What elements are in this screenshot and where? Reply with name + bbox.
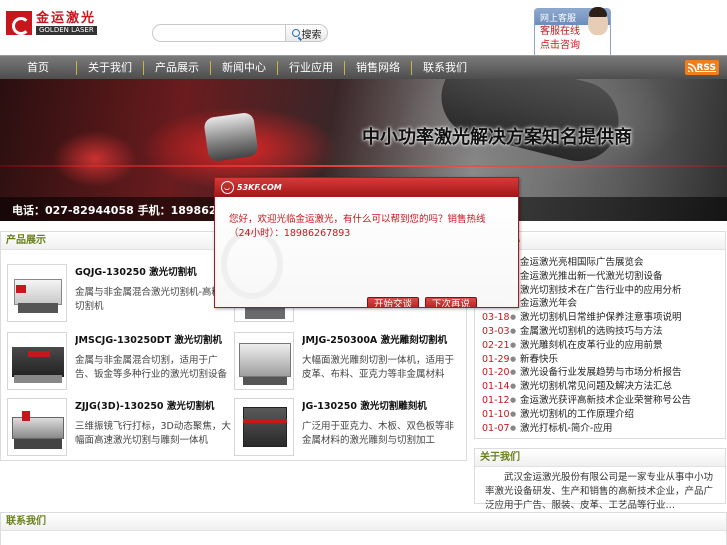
smiley-icon: [221, 181, 234, 194]
news-title[interactable]: 金运激光获评高新技术企业荣誉称号公告: [520, 394, 691, 408]
banner-laser-beam: [0, 165, 727, 167]
dialog-message: 您好，欢迎光临金运激光，有什么可以帮到您的吗？销售热线（24小时）：189862…: [229, 214, 486, 239]
banner-lens-knob: [203, 111, 259, 163]
news-date: 01-10: [482, 408, 510, 420]
search-button-label: 搜索: [301, 29, 322, 41]
dialog-header: 53KF.COM: [215, 178, 518, 197]
bullet-icon: ●: [510, 382, 517, 391]
company-logo[interactable]: 金运激光 GOLDEN LASER: [6, 10, 106, 36]
news-title[interactable]: 激光切割机日常维护保养注意事项说明: [520, 311, 682, 325]
product-image[interactable]: [234, 332, 294, 390]
nav-item-news[interactable]: 新闻中心: [211, 61, 277, 75]
later-button[interactable]: 下次再说: [425, 297, 478, 307]
product-title[interactable]: JMSCJG-130250DT 激光切割机: [75, 332, 231, 346]
service-agent-avatar: [588, 7, 608, 35]
product-title[interactable]: ZJJG(3D)-130250 激光切割机: [75, 398, 231, 412]
logo-english-name: GOLDEN LASER: [36, 25, 97, 35]
news-item[interactable]: 01-29 ● 新春快乐: [482, 353, 725, 367]
product-title[interactable]: JMJG-250300A 激光雕刻切割机: [302, 332, 458, 346]
product-description: 广泛用于亚克力、木板、双色板等非金属材料的激光雕刻与切割加工: [302, 421, 455, 446]
news-item[interactable]: 01-12 ● 金运激光获评高新技术企业荣誉称号公告: [482, 394, 725, 408]
product-image[interactable]: [234, 398, 294, 456]
bullet-icon: ●: [510, 395, 517, 404]
product-description: 金属与非金属混合切割，适用于广告、钣金等多种行业的激光切割设备: [75, 355, 228, 380]
news-date: 02-21: [482, 339, 510, 351]
product-image[interactable]: [7, 398, 67, 456]
search-input[interactable]: [152, 24, 286, 42]
bullet-icon: ●: [510, 326, 517, 335]
news-title[interactable]: 金属激光切割机的选购技巧与方法: [520, 325, 663, 339]
bullet-icon: ●: [510, 354, 517, 363]
chat-invite-dialog: 53KF.COM 您好，欢迎光临金运激光，有什么可以帮到您的吗？销售热线（24小…: [214, 177, 519, 308]
product-item[interactable]: JMJG-250300A 激光雕刻切割机 大幅面激光雕刻切割一体机，适用于皮革、…: [228, 330, 458, 392]
product-description: 三维振镜飞行打标，3D动态聚焦，大幅面高速激光切割与雕刻一体机: [75, 421, 231, 446]
news-date: 01-20: [482, 367, 510, 379]
dialog-body: 您好，欢迎光临金运激光，有什么可以帮到您的吗？销售热线（24小时）：189862…: [215, 197, 518, 307]
product-image[interactable]: [7, 264, 67, 322]
search-icon: [291, 29, 300, 37]
bullet-icon: ●: [510, 340, 517, 349]
news-title[interactable]: 金运激光年会: [520, 297, 577, 311]
news-item[interactable]: 03-18 ● 激光切割机日常维护保养注意事项说明: [482, 311, 725, 325]
bullet-icon: ●: [510, 409, 517, 418]
logo-chinese-name: 金运激光: [36, 10, 97, 26]
news-title[interactable]: 新春快乐: [520, 353, 558, 367]
news-title[interactable]: 激光雕刻机在皮革行业的应用前景: [520, 339, 663, 353]
product-item[interactable]: ZJJG(3D)-130250 激光切割机 三维振镜飞行打标，3D动态聚焦，大幅…: [1, 396, 231, 458]
main-nav: 首页 关于我们 产品展示 新闻中心 行业应用 销售网络 联系我们 RSS: [0, 55, 727, 79]
news-date: 03-18: [482, 312, 510, 324]
bullet-icon: ●: [510, 368, 517, 377]
search-button[interactable]: 搜索: [286, 24, 328, 42]
dialog-brand: 53KF.COM: [237, 183, 282, 192]
news-item[interactable]: 01-07 ● 激光打标机-简介-应用: [482, 422, 725, 436]
nav-item-contact[interactable]: 联系我们: [412, 61, 478, 75]
product-description: 大幅面激光雕刻切割一体机，适用于皮革、布料、亚克力等非金属材料: [302, 355, 455, 380]
search-bar: 搜索: [152, 24, 332, 44]
news-item[interactable]: 01-20 ● 激光设备行业发展趋势与市场分析报告: [482, 366, 725, 380]
news-title[interactable]: 激光切割机的工作原理介绍: [520, 408, 634, 422]
news-date: 01-29: [482, 353, 510, 365]
nav-item-products[interactable]: 产品展示: [144, 61, 210, 75]
service-consult-link[interactable]: 点击咨询: [535, 39, 610, 53]
product-image[interactable]: [7, 332, 67, 390]
news-date: 01-14: [482, 381, 510, 393]
news-item[interactable]: 01-14 ● 激光切割机常见问题及解决方法汇总: [482, 380, 725, 394]
news-title[interactable]: 金运激光推出新一代激光切割设备: [520, 270, 663, 284]
start-chat-button[interactable]: 开始交谈: [367, 297, 420, 307]
contact-panel: 联系我们: [0, 512, 727, 545]
news-date: 03-03: [482, 325, 510, 337]
banner-slogan: 中小功率激光解决方案知名提供商: [362, 127, 632, 148]
product-item[interactable]: JG-130250 激光切割雕刻机 广泛用于亚克力、木板、双色板等非金属材料的激…: [228, 396, 458, 458]
about-text: 武汉金运激光股份有限公司是一家专业从事中小功率激光设备研发、生产和销售的高新技术…: [485, 472, 714, 511]
nav-item-about[interactable]: 关于我们: [77, 61, 143, 75]
news-title[interactable]: 激光设备行业发展趋势与市场分析报告: [520, 366, 682, 380]
news-item[interactable]: 01-10 ● 激光切割机的工作原理介绍: [482, 408, 725, 422]
news-title[interactable]: 金运激光亮相国际广告展览会: [520, 256, 644, 270]
news-title[interactable]: 激光切割机常见问题及解决方法汇总: [520, 380, 672, 394]
about-panel: 关于我们 武汉金运激光股份有限公司是一家专业从事中小功率激光设备研发、生产和销售…: [474, 448, 726, 511]
bullet-icon: ●: [510, 313, 517, 322]
news-date: 01-07: [482, 422, 510, 434]
news-date: 01-12: [482, 394, 510, 406]
rss-label: RSS: [696, 62, 717, 73]
product-description: 金属与非金属混合激光切割机-高精度切割机: [75, 287, 231, 312]
news-item[interactable]: 02-21 ● 激光雕刻机在皮革行业的应用前景: [482, 339, 725, 353]
nav-item-home[interactable]: 首页: [0, 61, 76, 75]
about-panel-title: 关于我们: [475, 449, 725, 467]
logo-mark-icon: [6, 11, 32, 35]
nav-item-sales[interactable]: 销售网络: [345, 61, 411, 75]
rss-feed-button[interactable]: RSS: [685, 60, 719, 75]
product-title[interactable]: GQJG-130250 激光切割机: [75, 264, 231, 278]
nav-item-applications[interactable]: 行业应用: [278, 61, 344, 75]
product-title[interactable]: JG-130250 激光切割雕刻机: [302, 398, 458, 412]
news-title[interactable]: 激光切割技术在广告行业中的应用分析: [520, 284, 682, 298]
news-title[interactable]: 激光打标机-简介-应用: [520, 422, 612, 436]
product-item[interactable]: GQJG-130250 激光切割机 金属与非金属混合激光切割机-高精度切割机: [1, 262, 231, 324]
bullet-icon: ●: [510, 423, 517, 432]
product-item[interactable]: JMSCJG-130250DT 激光切割机 金属与非金属混合切割，适用于广告、钣…: [1, 330, 231, 392]
news-item[interactable]: 03-03 ● 金属激光切割机的选购技巧与方法: [482, 325, 725, 339]
contact-panel-title: 联系我们: [1, 513, 726, 531]
